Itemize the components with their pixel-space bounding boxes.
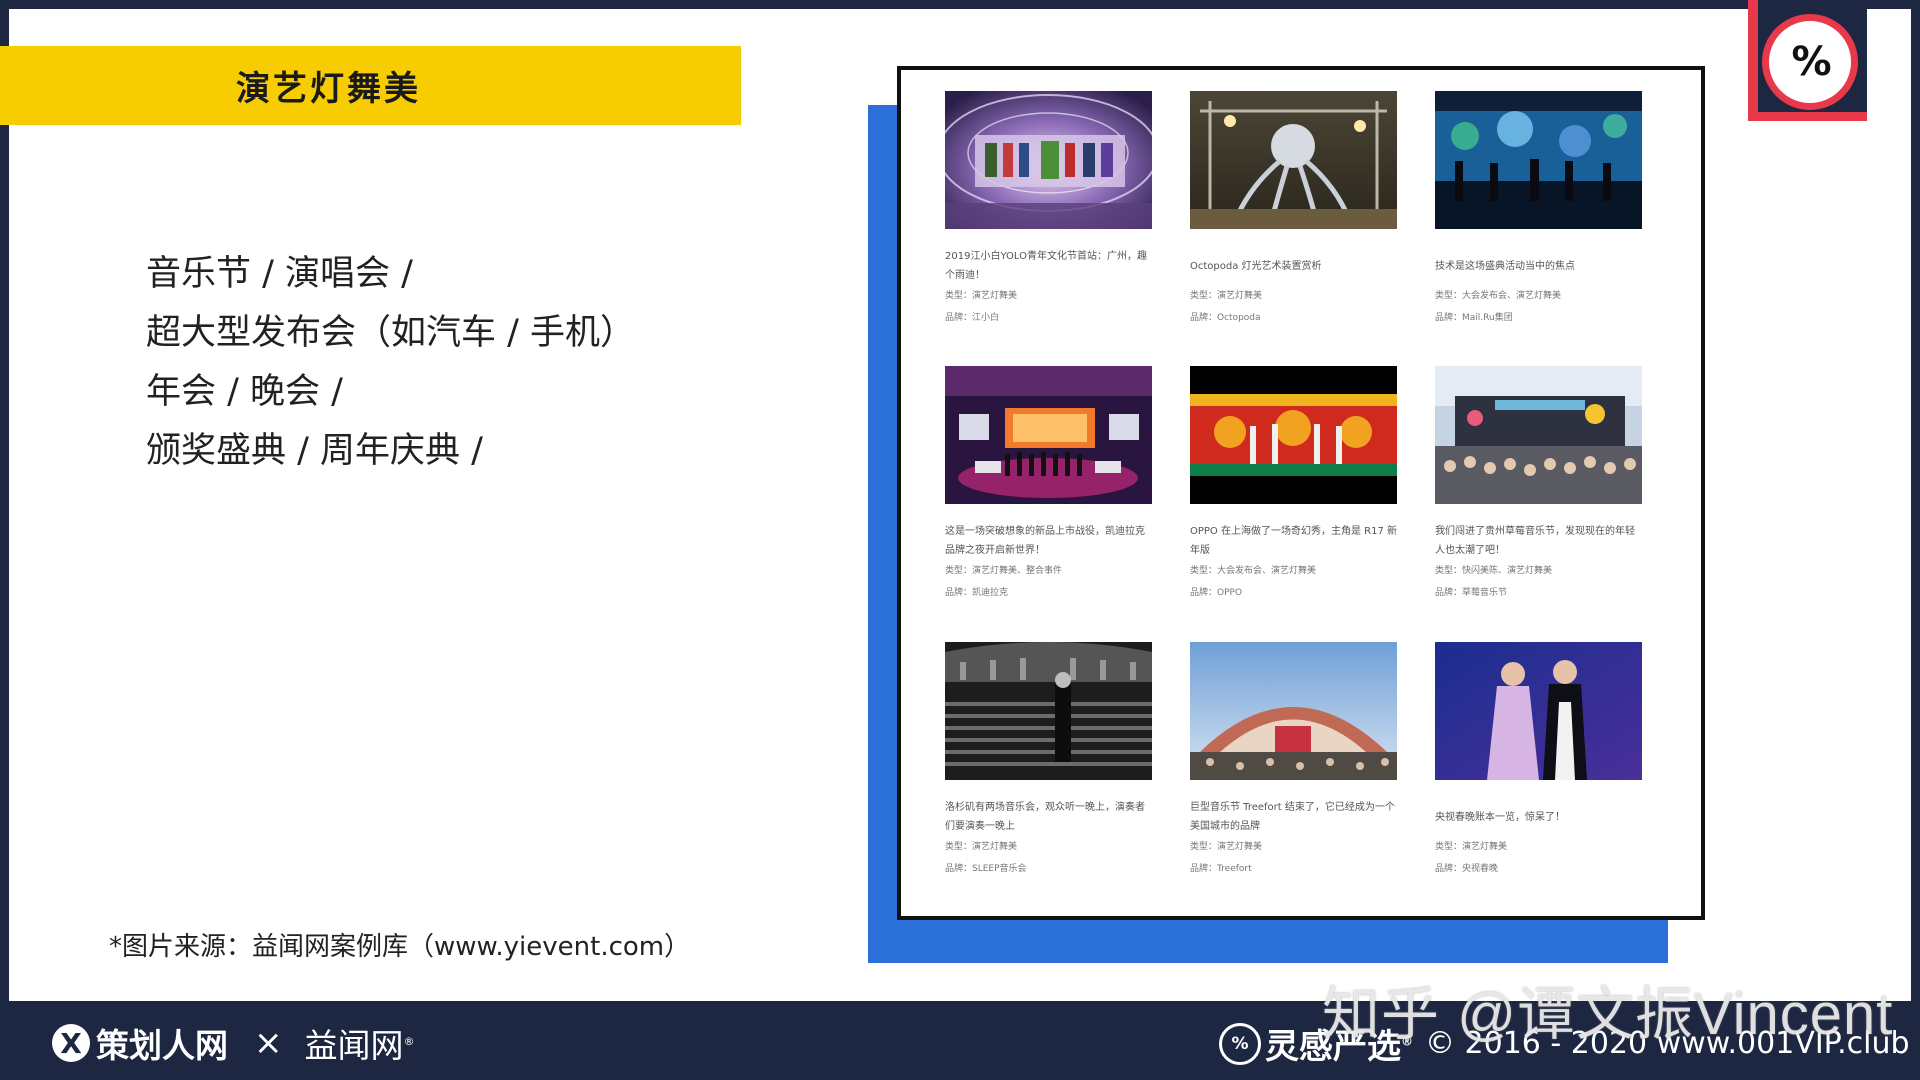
case-thumbnail[interactable] — [1435, 91, 1642, 229]
partner-label: 益闻网 — [304, 1026, 404, 1065]
case-thumbnail[interactable] — [1190, 91, 1397, 229]
case-type: 类型：演艺灯舞美 — [1435, 842, 1508, 852]
bullet-item: 颁奖盛典 / 周年庆典 / — [146, 431, 483, 471]
case-card[interactable]: 洛杉矶有两场音乐会，观众听一晚上，演奏者们要演奏一晚上 类型：演艺灯舞美 品牌：… — [945, 642, 1153, 880]
case-type: 类型：演艺灯舞美 — [945, 291, 1018, 301]
case-caption[interactable]: 巨型音乐节 Treefort 结束了，它已经成为一个美国城市的品牌 — [1190, 798, 1398, 836]
case-thumbnail[interactable] — [1190, 642, 1397, 780]
case-card[interactable]: 2019江小白YOLO青年文化节首站：广州，趣个雨迪！ 类型：演艺灯舞美 品牌：… — [945, 91, 1153, 329]
case-type: 类型：演艺灯舞美 — [1190, 842, 1263, 852]
registered-mark: ® — [403, 1035, 415, 1048]
x-logo-icon: X — [52, 1024, 90, 1062]
case-card[interactable]: Octopoda 灯光艺术装置赏析 类型：演艺灯舞美 品牌：Octopoda — [1190, 91, 1398, 329]
percent-logo-icon: % — [1762, 14, 1858, 110]
case-brand: 品牌：草莓音乐节 — [1435, 588, 1508, 598]
case-brand: 品牌：Octopoda — [1190, 313, 1261, 323]
case-caption[interactable]: 2019江小白YOLO青年文化节首站：广州，趣个雨迪！ — [945, 247, 1153, 285]
cross-icon: × — [254, 1023, 283, 1063]
case-screenshot-frame: 2019江小白YOLO青年文化节首站：广州，趣个雨迪！ 类型：演艺灯舞美 品牌：… — [897, 66, 1705, 920]
watermark: 知乎 @谭文振Vincent — [1322, 982, 1894, 1047]
case-caption[interactable]: 我们闯进了贵州草莓音乐节，发现现在的年轻人也太潮了吧！ — [1435, 522, 1643, 560]
case-brand: 品牌：江小白 — [945, 313, 1000, 323]
bullet-item: 年会 / 晚会 / — [146, 372, 343, 412]
case-card[interactable]: OPPO 在上海做了一场奇幻秀，主角是 R17 新年版 类型：大会发布会、演艺灯… — [1190, 366, 1398, 604]
case-caption[interactable]: 洛杉矶有两场音乐会，观众听一晚上，演奏者们要演奏一晚上 — [945, 798, 1153, 836]
case-brand: 品牌：Mail.Ru集团 — [1435, 313, 1513, 323]
case-brand: 品牌：央视春晚 — [1435, 864, 1499, 874]
slide: 演艺灯舞美 音乐节 / 演唱会 / 超大型发布会（如汽车 / 手机） 年会 / … — [0, 9, 1911, 1001]
case-thumbnail[interactable] — [945, 91, 1152, 229]
case-card[interactable]: 我们闯进了贵州草莓音乐节，发现现在的年轻人也太潮了吧！ 类型：快闪美陈、演艺灯舞… — [1435, 366, 1643, 604]
case-caption[interactable]: 技术是这场盛典活动当中的焦点 — [1435, 247, 1643, 285]
case-card[interactable]: 巨型音乐节 Treefort 结束了，它已经成为一个美国城市的品牌 类型：演艺灯… — [1190, 642, 1398, 880]
case-type: 类型：快闪美陈、演艺灯舞美 — [1435, 566, 1553, 576]
case-brand: 品牌：Treefort — [1190, 864, 1252, 874]
footer-brand-name: 策划人网 — [96, 1026, 228, 1065]
case-brand: 品牌：凯迪拉克 — [945, 588, 1009, 598]
case-type: 类型：大会发布会、演艺灯舞美 — [1190, 566, 1317, 576]
case-thumbnail[interactable] — [1190, 366, 1397, 504]
image-source-note: *图片来源：益闻网案例库（www.yievent.com） — [109, 932, 691, 962]
case-card[interactable]: 央视春晚账本一览，惊呆了！ 类型：演艺灯舞美 品牌：央视春晚 — [1435, 642, 1643, 880]
case-thumbnail[interactable] — [945, 642, 1152, 780]
footer-left-brands: X 策划人网 × 益闻网® — [52, 1019, 415, 1067]
case-type: 类型：大会发布会、演艺灯舞美 — [1435, 291, 1562, 301]
case-caption[interactable]: 央视春晚账本一览，惊呆了！ — [1435, 798, 1643, 836]
bullet-list: 音乐节 / 演唱会 / 超大型发布会（如汽车 / 手机） 年会 / 晚会 / 颁… — [146, 245, 635, 481]
percent-icon: % — [1219, 1022, 1261, 1065]
case-type: 类型：演艺灯舞美、整合事件 — [945, 566, 1063, 576]
case-caption[interactable]: Octopoda 灯光艺术装置赏析 — [1190, 247, 1398, 285]
bullet-item: 音乐节 / 演唱会 / — [146, 254, 413, 294]
case-thumbnail[interactable] — [1435, 366, 1642, 504]
partner-name: 益闻网® — [305, 1019, 415, 1067]
case-thumbnail[interactable] — [1435, 642, 1642, 780]
slide-title: 演艺灯舞美 — [236, 69, 421, 109]
case-thumbnail[interactable] — [945, 366, 1152, 504]
case-caption[interactable]: 这是一场突破想象的新品上市战役，凯迪拉克品牌之夜开启新世界！ — [945, 522, 1153, 560]
case-type: 类型：演艺灯舞美 — [945, 842, 1018, 852]
case-card[interactable]: 技术是这场盛典活动当中的焦点 类型：大会发布会、演艺灯舞美 品牌：Mail.Ru… — [1435, 91, 1643, 329]
bullet-item: 超大型发布会（如汽车 / 手机） — [146, 313, 636, 353]
case-brand: 品牌：SLEEP音乐会 — [945, 864, 1027, 874]
case-type: 类型：演艺灯舞美 — [1190, 291, 1263, 301]
title-banner: 演艺灯舞美 — [0, 46, 741, 125]
case-caption[interactable]: OPPO 在上海做了一场奇幻秀，主角是 R17 新年版 — [1190, 522, 1398, 560]
case-brand: 品牌：OPPO — [1190, 588, 1243, 598]
case-card[interactable]: 这是一场突破想象的新品上市战役，凯迪拉克品牌之夜开启新世界！ 类型：演艺灯舞美、… — [945, 366, 1153, 604]
